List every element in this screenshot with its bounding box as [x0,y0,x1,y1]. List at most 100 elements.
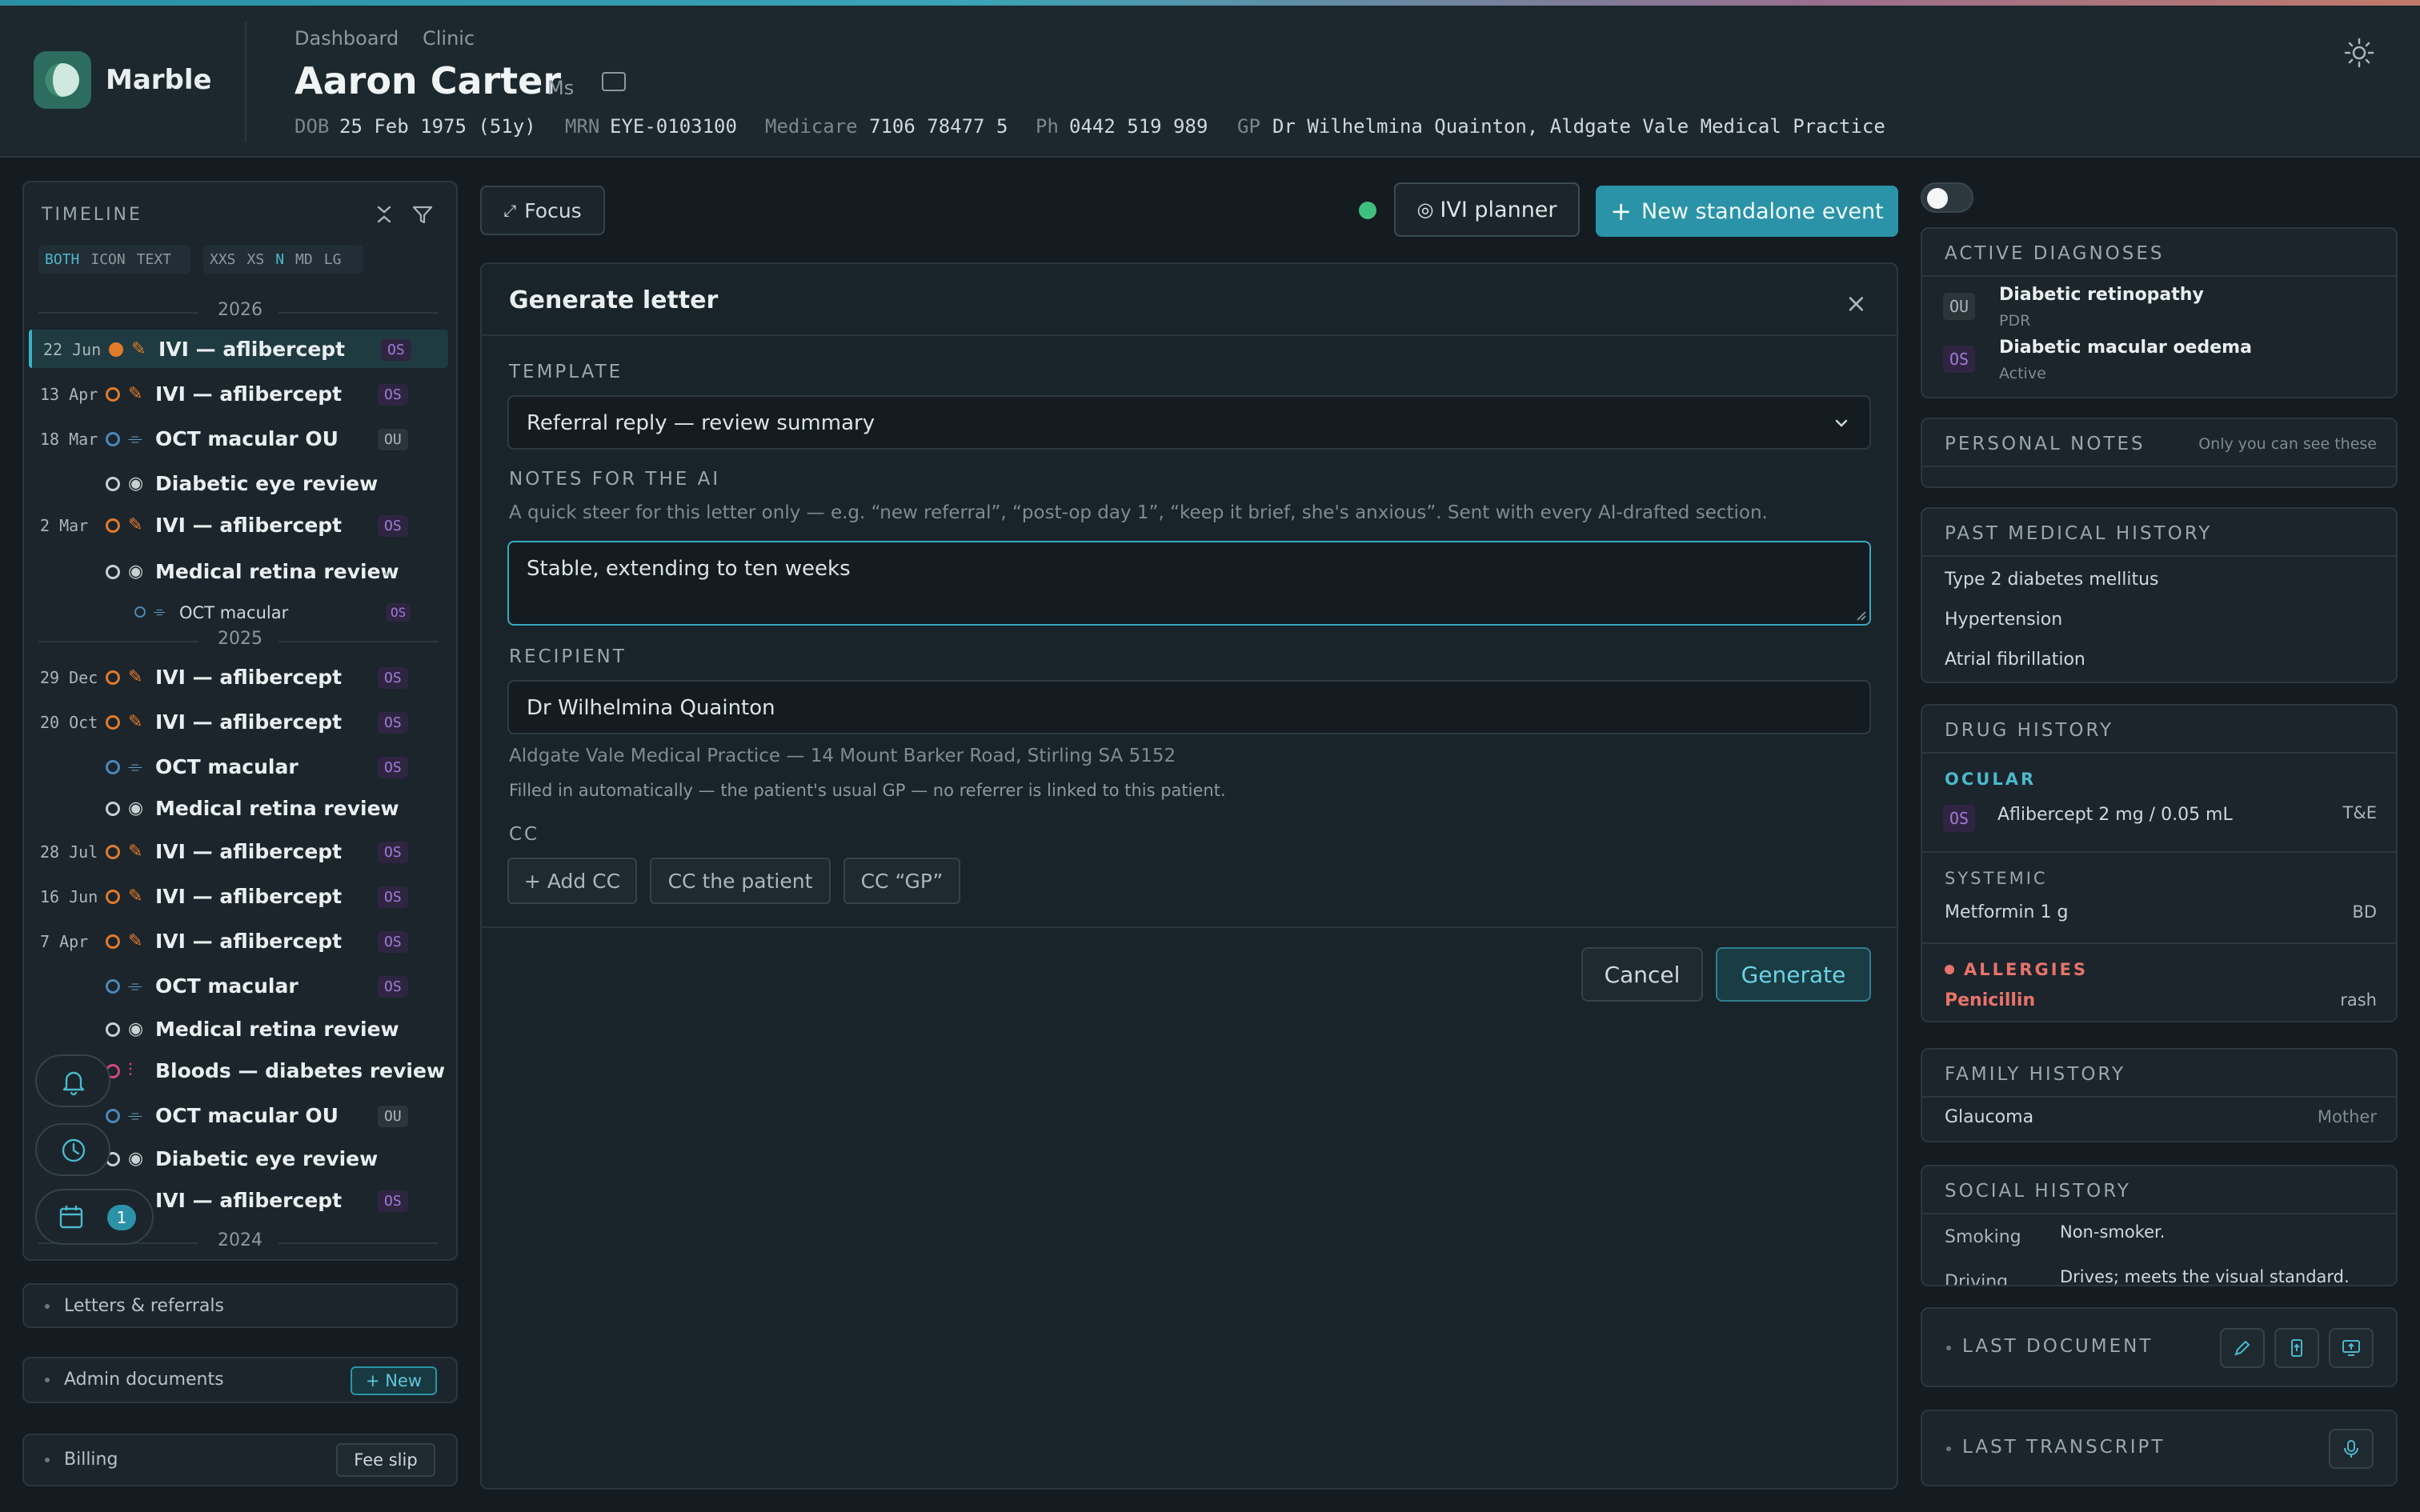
social-value[interactable]: Drives; meets the visual standard. [2060,1267,2350,1285]
timeline-event[interactable]: 29 Dec ✎ IVI — aflibercept OS [29,658,448,696]
add-cc-button[interactable]: + Add CC [507,858,637,904]
ocular-drug-name[interactable]: Aflibercept 2 mg / 0.05 mL [1997,805,2233,825]
timeline-event[interactable]: ◉ Medical retina review [29,1010,448,1048]
bell-icon [62,1071,85,1096]
template-select[interactable]: Referral reply — review summary [507,395,1871,450]
timeline-event[interactable]: ⌯ OCT macular OS [29,592,448,630]
pmh-item[interactable]: Type 2 diabetes mellitus [1945,570,2159,590]
timeline-event[interactable]: 18 Mar ⌯ OCT macular OU OU [29,419,448,458]
card-title: ACTIVE DIAGNOSES [1945,243,2165,264]
cc-gp-button[interactable]: CC “GP” [843,858,960,904]
present-document-button[interactable] [2329,1328,2374,1368]
plus-icon: + [1610,196,1633,226]
view-mode-icon[interactable]: ICON [90,251,125,268]
event-label: OCT macular [155,974,298,998]
notes-textarea[interactable]: Stable, extending to ten weeks [507,541,1871,626]
drug-history-card: DRUG HISTORY OCULAR OS Aflibercept 2 mg … [1921,704,2398,1022]
timeline-event[interactable]: 16 Jun ✎ IVI — aflibercept OS [29,877,448,915]
timeline-event[interactable]: 22 Jun ✎ IVI — aflibercept OS [29,330,448,368]
filter-icon[interactable] [411,203,434,226]
density-n[interactable]: N [275,251,284,268]
breadcrumb-dashboard[interactable]: Dashboard [294,27,399,50]
billing-section[interactable]: Billing Fee slip [22,1434,458,1486]
event-marker [106,715,120,730]
header-divider [245,22,246,142]
new-admin-document-button[interactable]: + New [351,1366,437,1395]
theme-toggle-sun-icon[interactable] [2343,37,2375,69]
resize-handle-icon[interactable] [1855,610,1866,621]
view-mode-both[interactable]: BOTH [45,251,79,268]
edit-document-button[interactable] [2220,1328,2265,1368]
notifications-button[interactable] [35,1054,110,1107]
density-xs[interactable]: XS [247,251,265,268]
timeline-event[interactable]: 28 Jul ✎ IVI — aflibercept OS [29,832,448,870]
mrn-value: EYE-0103100 [610,115,737,138]
timeline-event[interactable]: ◉ Diabetic eye review [29,464,448,502]
id-card-icon[interactable] [602,72,626,91]
chevron-down-icon[interactable]: ⌄ [381,563,393,580]
timeline-event[interactable]: 20 Oct ✎ IVI — aflibercept OS [29,702,448,741]
timeline-event[interactable]: 7 Apr ✎ IVI — aflibercept OS [29,922,448,960]
letters-referrals-section[interactable]: Letters & referrals [22,1283,458,1328]
diagnosis-name[interactable]: Diabetic macular oedema [1999,338,2252,358]
eye-badge: OS [378,976,408,998]
patient-title: Ms [547,77,575,99]
last-document-section[interactable]: LAST DOCUMENT [1921,1307,2398,1387]
new-standalone-event-button[interactable]: + New standalone event [1596,186,1898,237]
record-transcript-button[interactable] [2329,1429,2374,1469]
family-condition[interactable]: Glaucoma [1945,1107,2033,1127]
diagnosis-name[interactable]: Diabetic retinopathy [1999,285,2204,305]
export-document-button[interactable] [2274,1328,2319,1368]
ivi-planner-button[interactable]: ◎ IVI planner [1394,182,1580,237]
event-label: IVI — aflibercept [155,930,343,953]
density-toggle: XXS XS N MD LG [203,245,363,274]
last-transcript-section[interactable]: LAST TRANSCRIPT [1921,1410,2398,1486]
event-date: 2 Mar [40,516,89,535]
scan-icon: ⌯ [128,1106,142,1126]
calendar-button[interactable]: 1 [35,1189,154,1245]
view-mode-text[interactable]: TEXT [137,251,171,268]
personal-notes-card[interactable]: PERSONAL NOTES Only you can see these [1921,418,2398,488]
event-date: 18 Mar [40,430,98,449]
admin-documents-section[interactable]: Admin documents + New [22,1357,458,1403]
timeline-event[interactable]: 2 Mar ✎ IVI — aflibercept OS [29,506,448,544]
density-xxs[interactable]: XXS [210,251,236,268]
cancel-button[interactable]: Cancel [1581,947,1703,1002]
pmh-item[interactable]: Hypertension [1945,610,2062,630]
density-lg[interactable]: LG [324,251,342,268]
cc-label: CC [509,824,540,845]
app-logo[interactable] [34,51,91,109]
recipient-address: Aldgate Vale Medical Practice — 14 Mount… [509,746,1176,766]
eye-badge: OS [1943,346,1976,373]
timeline-event[interactable]: 13 Apr ✎ IVI — aflibercept OS [29,374,448,413]
timeline-event[interactable]: ◉ Medical retina review ⌄ [29,552,448,590]
active-diagnoses-card: ACTIVE DIAGNOSES OU Diabetic retinopathy… [1921,227,2398,398]
generate-button[interactable]: Generate [1716,947,1871,1002]
social-value[interactable]: Non-smoker. [2060,1222,2165,1242]
event-label: IVI — aflibercept [155,382,343,406]
close-icon[interactable]: × [1845,288,1867,318]
phone-label: Ph [1036,115,1059,138]
side-panel-toggle[interactable] [1921,182,1973,213]
systemic-drug-name[interactable]: Metformin 1 g [1945,902,2068,922]
recipient-input[interactable]: Dr Wilhelmina Quainton [507,680,1871,734]
cc-patient-button[interactable]: CC the patient [650,858,831,904]
density-md[interactable]: MD [295,251,313,268]
pmh-item[interactable]: Atrial fibrillation [1945,650,2085,670]
timeline-event[interactable]: ◉ Medical retina review [29,789,448,827]
focus-button[interactable]: ⤢ Focus [480,186,605,235]
timeline-event[interactable]: ⌯ OCT macular OS [29,747,448,786]
timeline-event[interactable]: ⌯ OCT macular OS [29,966,448,1005]
card-title: SOCIAL HISTORY [1945,1181,2131,1202]
status-dot [1359,202,1376,219]
history-button[interactable] [35,1123,110,1176]
fee-slip-button[interactable]: Fee slip [336,1443,435,1477]
breadcrumb-clinic[interactable]: Clinic [423,27,475,50]
allergy-name[interactable]: Penicillin [1945,990,2035,1010]
dialog-divider [482,926,1897,928]
event-date: 13 Apr [40,385,98,404]
collapse-icon[interactable] [373,203,395,226]
event-label: IVI — aflibercept [155,710,343,734]
event-label: OCT macular OU [155,427,339,450]
gp-value: Dr Wilhelmina Quainton, Aldgate Vale Med… [1272,115,1885,138]
